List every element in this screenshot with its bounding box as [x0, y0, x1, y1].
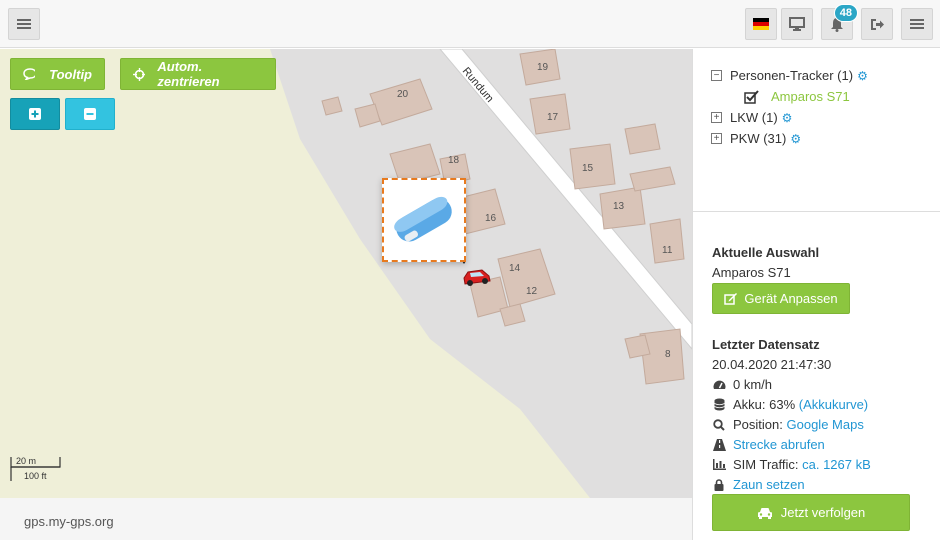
- device-tree: − Personen-Tracker (1) ⚙ Amparos S71 + L…: [711, 65, 868, 149]
- top-bar: 48: [0, 0, 940, 48]
- bar-chart-icon: [712, 459, 726, 470]
- track-now-label: Jetzt verfolgen: [780, 505, 866, 520]
- scale-imperial: 100 ft: [24, 471, 47, 481]
- battery-row: Akku: 63% (Akkukurve): [712, 397, 868, 412]
- route-row: Strecke abrufen: [712, 437, 825, 452]
- speedometer-icon: [713, 380, 725, 389]
- house-number: 14: [509, 263, 521, 274]
- route-link[interactable]: Strecke abrufen: [733, 437, 825, 452]
- language-button[interactable]: [745, 8, 777, 40]
- speed-value: 0 km/h: [733, 377, 773, 392]
- current-selection-title: Aktuelle Auswahl: [712, 245, 820, 260]
- set-fence-link[interactable]: Zaun setzen: [733, 477, 805, 492]
- hamburger-icon: [17, 19, 31, 29]
- plus-square-icon: [29, 108, 41, 120]
- adjust-device-label: Gerät Anpassen: [744, 291, 838, 306]
- device-popup-marker[interactable]: [382, 178, 466, 262]
- house-number: 17: [547, 112, 559, 123]
- sign-out-icon: [870, 18, 884, 30]
- last-record-time: 20.04.2020 21:47:30: [712, 357, 832, 372]
- sidebar-divider: [693, 211, 940, 212]
- lock-icon: [714, 478, 724, 491]
- house-number: 18: [448, 155, 460, 166]
- search-icon: [713, 418, 725, 431]
- monitor-icon: [789, 17, 805, 31]
- house-number: 11: [662, 245, 673, 256]
- house-number: 16: [485, 213, 497, 224]
- desktop-view-button[interactable]: [781, 8, 813, 40]
- zoom-out-button[interactable]: [65, 98, 115, 130]
- sidebar-menu-button[interactable]: [901, 8, 933, 40]
- database-icon: [713, 398, 725, 411]
- gears-icon[interactable]: ⚙: [857, 69, 868, 83]
- collapse-icon[interactable]: −: [711, 70, 722, 81]
- road-icon: [712, 438, 726, 451]
- tree-group-personen-tracker[interactable]: − Personen-Tracker (1) ⚙: [711, 65, 868, 86]
- map-view[interactable]: 20 19 18 17 16 15 14 13 12 11 8 Rundum T…: [0, 49, 692, 498]
- tree-group-label: Personen-Tracker (1): [730, 68, 854, 83]
- notification-badge: 48: [833, 4, 858, 22]
- tree-group-pkw[interactable]: + PKW (31) ⚙: [711, 128, 868, 149]
- autocenter-button-label: Autom. zentrieren: [157, 59, 220, 89]
- house-number: 13: [613, 201, 625, 212]
- adjust-device-button[interactable]: Gerät Anpassen: [712, 283, 850, 314]
- crosshairs-icon: [133, 67, 146, 81]
- position-row: Position: Google Maps: [712, 417, 864, 432]
- scale-metric: 20 m: [16, 456, 37, 466]
- notifications-button[interactable]: 48: [821, 4, 858, 40]
- last-record-title: Letzter Datensatz: [712, 337, 820, 352]
- logout-button[interactable]: [861, 8, 893, 40]
- expand-icon[interactable]: +: [711, 133, 722, 144]
- tree-device-amparos[interactable]: Amparos S71: [711, 86, 868, 107]
- position-label: Position:: [733, 417, 783, 432]
- footer: gps.my-gps.org: [0, 498, 692, 540]
- sim-traffic-row: SIM Traffic: ca. 1267 kB: [712, 457, 871, 472]
- zoom-in-button[interactable]: [10, 98, 60, 130]
- tree-group-lkw[interactable]: + LKW (1) ⚙: [711, 107, 868, 128]
- house-number: 19: [537, 62, 549, 73]
- map-scale: 20 m 100 ft: [10, 455, 62, 485]
- gps-tracker-icon: [394, 196, 452, 242]
- track-now-button[interactable]: Jetzt verfolgen: [712, 494, 910, 531]
- gears-icon[interactable]: ⚙: [782, 111, 793, 125]
- gears-icon[interactable]: ⚙: [790, 132, 801, 146]
- minus-square-icon: [84, 108, 96, 120]
- tooltip-button-label: Tooltip: [49, 66, 92, 82]
- house-number: 8: [665, 349, 671, 360]
- battery-label: Akku: 63%: [733, 397, 796, 412]
- hamburger-icon: [910, 19, 924, 29]
- sim-traffic-link[interactable]: ca. 1267 kB: [802, 457, 871, 472]
- speech-bubble-icon: [23, 68, 36, 80]
- menu-toggle-button[interactable]: [8, 8, 40, 40]
- german-flag-icon: [753, 18, 769, 30]
- house-number: 20: [397, 89, 409, 100]
- house-number: 15: [582, 163, 594, 174]
- google-maps-link[interactable]: Google Maps: [787, 417, 864, 432]
- footer-domain: gps.my-gps.org: [24, 514, 114, 529]
- autocenter-button[interactable]: Autom. zentrieren: [120, 58, 276, 90]
- house-number: 12: [526, 286, 538, 297]
- fence-row: Zaun setzen: [712, 477, 805, 492]
- tree-group-label: PKW (31): [730, 131, 787, 146]
- tree-group-label: LKW (1): [730, 110, 778, 125]
- checkbox-checked-icon[interactable]: [744, 89, 759, 104]
- current-selection-value: Amparos S71: [712, 265, 791, 280]
- car-icon: [757, 507, 772, 519]
- tooltip-button[interactable]: Tooltip: [10, 58, 105, 90]
- edit-icon: [724, 293, 738, 305]
- battery-curve-link[interactable]: (Akkukurve): [799, 397, 868, 412]
- sidebar: − Personen-Tracker (1) ⚙ Amparos S71 + L…: [692, 49, 940, 540]
- expand-icon[interactable]: +: [711, 112, 722, 123]
- device-label: Amparos S71: [771, 89, 850, 104]
- speed-row: 0 km/h: [712, 377, 772, 392]
- sim-traffic-label: SIM Traffic:: [733, 457, 799, 472]
